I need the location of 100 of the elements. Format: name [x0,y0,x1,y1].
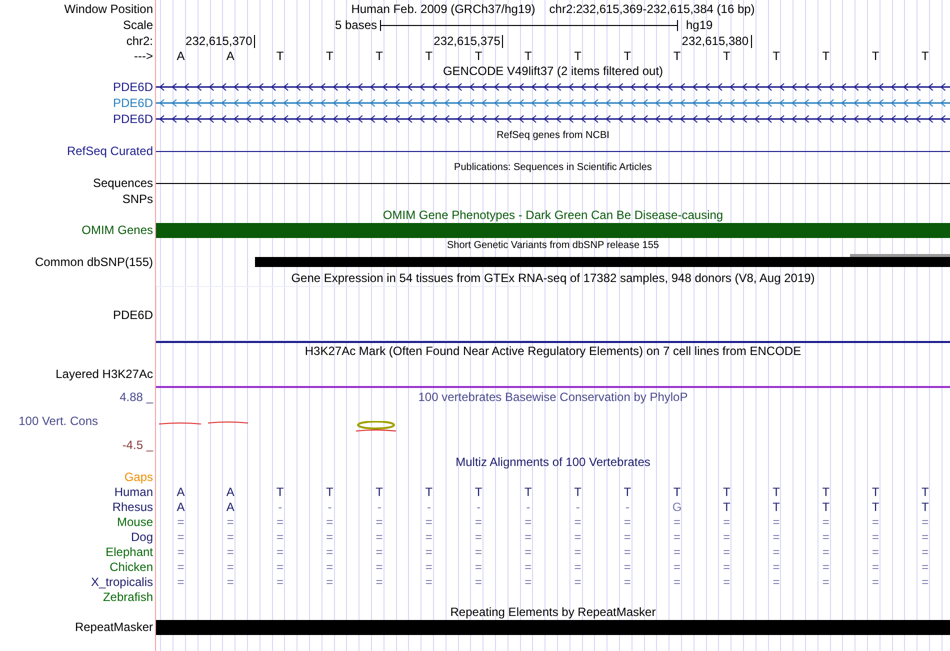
species-label: Zebrafish [102,590,154,604]
aligned-base: = [226,544,234,558]
aligned-base: = [674,514,681,528]
aligned-base: = [376,514,383,528]
aligned-base: = [326,574,334,588]
gene-label[interactable]: PDE6D [112,96,155,110]
aligned-base: A [176,484,185,498]
aligned-base: = [772,544,780,558]
aligned-base: = [822,514,830,528]
aligned-base: = [624,544,631,558]
aligned-base: = [326,514,334,528]
aligned-base: = [524,560,532,574]
aligned-base: - [278,500,282,514]
aligned-base: = [475,514,482,528]
aligned-base: = [772,514,780,528]
aligned-base: = [276,514,284,528]
base-letter: T [723,48,730,62]
aligned-base: = [922,514,929,528]
aligned-base: = [326,530,334,544]
aligned-base: = [723,544,730,558]
aligned-base: = [574,514,582,528]
position-label: 232,615,375 [434,35,504,48]
track-label: Common dbSNP(155) [34,254,154,268]
aligned-base: G [672,500,682,514]
track-label: RefSeq Curated [66,144,154,158]
assembly-title: Human Feb. 2009 (GRCh37/hg19) [351,2,536,16]
aligned-base: = [674,574,681,588]
aligned-base: - [526,500,530,514]
aligned-base: = [376,574,383,588]
aligned-base: = [376,544,383,558]
axis-min-label: -4.5 _ [122,438,153,452]
aligned-base: = [425,530,432,544]
base-letter: T [822,48,830,62]
aligned-base: T [574,484,582,498]
assembly-label: hg19 [685,18,714,32]
aligned-base: T [723,500,730,514]
aligned-base: = [326,544,334,558]
chromosome-label: chr2: [126,34,154,48]
aligned-base: = [872,560,880,574]
aligned-base: T [772,500,780,514]
species-label: Human [114,484,154,498]
aligned-base: = [177,574,184,588]
track-title: Gene Expression in 54 tissues from GTEx RNA-seq of 17382 samples, 948 donors (V8, Aug 2019) [291,271,815,285]
track-title: GENCODE V49lift37 (2 items filtered out) [442,64,664,78]
strand-label: ---> [134,48,154,62]
base-letter: T [524,48,532,62]
aligned-base: T [822,484,830,498]
aligned-base: - [625,500,630,514]
base-letter: T [326,48,334,62]
aligned-base: = [326,560,334,574]
track-title: Short Genetic Variants from dbSNP release 155 [447,240,659,251]
aligned-base: = [822,544,830,558]
base-letter: A [226,48,234,62]
aligned-base: T [673,484,681,498]
aligned-base: = [674,544,681,558]
aligned-base: T [922,500,929,514]
feature-bar[interactable] [156,620,950,634]
aligned-base: - [426,500,431,514]
aligned-base: T [723,484,730,498]
aligned-base: = [772,574,780,588]
aligned-base: = [475,574,482,588]
aligned-base: = [425,560,432,574]
position-text: chr2:232,615,369-232,615,384 (16 bp) [549,2,755,16]
aligned-base: = [822,560,830,574]
aligned-base: = [276,574,284,588]
gene-label[interactable]: PDE6D [112,80,155,94]
base-letter: T [922,48,929,62]
aligned-base: = [574,560,582,574]
aligned-base: T [822,500,830,514]
gene-label: PDE6D [112,308,154,322]
base-letter: T [872,48,880,62]
aligned-base: = [772,560,780,574]
track-label: SNPs [122,192,154,206]
scale-label: Scale [122,18,154,32]
aligned-base: T [872,500,880,514]
gene-label[interactable]: PDE6D [112,112,155,126]
base-letter: T [574,48,582,62]
aligned-base: = [723,560,730,574]
aligned-base: = [674,560,681,574]
aligned-base: = [624,574,631,588]
track-title: Publications: Sequences in Scientific Articles [454,162,652,172]
species-label: X_tropicalis [90,574,154,588]
aligned-base: T [772,484,780,498]
aligned-base: T [922,484,929,498]
track-title: H3K27Ac Mark (Often Found Near Active Regulatory Elements) on 7 cell lines from ENCODE [304,344,802,358]
aligned-base: = [822,530,830,544]
track-title: OMIM Gene Phenotypes - Dark Green Can Be Disease-causing [382,208,724,222]
aligned-base: = [922,544,929,558]
base-letter: T [624,48,632,62]
base-letter: T [673,48,681,62]
track-title: Multiz Alignments of 100 Vertebrates [456,454,650,468]
aligned-base: T [474,484,482,498]
aligned-base: = [226,574,234,588]
species-label: Elephant [106,544,154,558]
aligned-base: T [376,484,383,498]
species-label: Chicken [110,560,154,574]
aligned-base: A [226,500,234,514]
feature-bar[interactable] [156,222,950,238]
scale-text: 5 bases [334,18,378,32]
aligned-base: = [475,560,482,574]
